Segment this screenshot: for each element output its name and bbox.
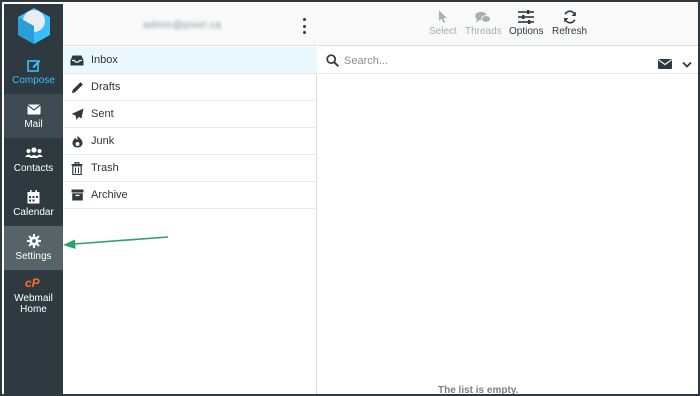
refresh-label: Refresh [552,26,588,37]
folder-label: Archive [91,189,128,201]
envelope-icon[interactable] [658,56,672,74]
folder-label: Drafts [91,81,121,93]
nav-webmail-label-line1: Webmail [14,292,53,304]
options-button[interactable]: Options [509,8,543,37]
folder-item-archive[interactable]: Archive [63,182,317,209]
nav-contacts-label: Contacts [13,163,54,174]
paper-plane-icon [63,108,91,121]
trash-icon [63,161,91,175]
nav-mail-label: Mail [24,119,43,130]
cursor-icon [438,8,448,26]
folder-label: Sent [91,108,114,120]
folder-item-inbox[interactable]: Inbox [63,47,317,74]
chevron-down-icon[interactable] [682,56,692,74]
search-icon[interactable] [326,54,339,72]
nav-calendar-label: Calendar [13,207,54,218]
fire-icon [63,135,91,148]
threads-button[interactable]: Threads [465,8,502,37]
nav-webmail-home-button[interactable]: cP Webmail Home [4,272,63,318]
nav-mail-button[interactable]: Mail [4,94,63,138]
folder-label: Inbox [91,54,118,66]
folder-label: Trash [91,162,119,174]
roundcube-logo[interactable] [4,4,63,48]
empty-list-message: The list is empty. [438,385,519,396]
nav-compose-button[interactable]: Compose [4,50,63,94]
folder-list: Inbox Drafts Sent Junk Trash Archive [63,47,317,394]
search-bar [318,47,698,74]
select-label: Select [429,26,457,37]
nav-compose-label: Compose [12,75,55,86]
inbox-icon [63,55,91,66]
envelope-icon [26,102,41,116]
threads-label: Threads [465,26,502,37]
nav-settings-label: Settings [15,251,52,262]
refresh-icon [563,8,577,26]
gear-icon [26,234,41,248]
svg-text:cP: cP [25,276,41,289]
comments-icon [475,8,492,26]
archive-box-icon [63,189,91,201]
cpanel-icon: cP [25,276,43,290]
folder-item-drafts[interactable]: Drafts [63,74,317,101]
folder-item-sent[interactable]: Sent [63,101,317,128]
kebab-menu-icon[interactable] [301,18,307,34]
refresh-button[interactable]: Refresh [552,8,587,37]
nav-settings-button[interactable]: Settings [4,226,63,270]
account-username: admin@pixel.ca [143,20,222,31]
folder-item-junk[interactable]: Junk [63,128,317,155]
compose-icon [26,58,41,72]
nav-contacts-button[interactable]: Contacts [4,138,63,182]
left-nav: Compose Mail Contacts Calendar Settings [4,4,63,394]
nav-webmail-label-line2: Home [20,303,47,315]
message-toolbar: Select Threads Options Refresh [318,4,698,46]
nav-calendar-button[interactable]: Calendar [4,182,63,226]
options-label: Options [509,26,544,37]
folder-item-trash[interactable]: Trash [63,155,317,182]
calendar-icon [27,190,40,204]
pencil-icon [63,81,91,94]
select-button[interactable]: Select [429,8,457,37]
folder-label: Junk [91,135,115,147]
sliders-icon [518,8,535,26]
webmail-window: Compose Mail Contacts Calendar Settings [0,0,700,396]
users-icon [24,146,43,160]
search-input[interactable] [344,52,644,70]
folder-header: admin@pixel.ca [63,4,317,46]
